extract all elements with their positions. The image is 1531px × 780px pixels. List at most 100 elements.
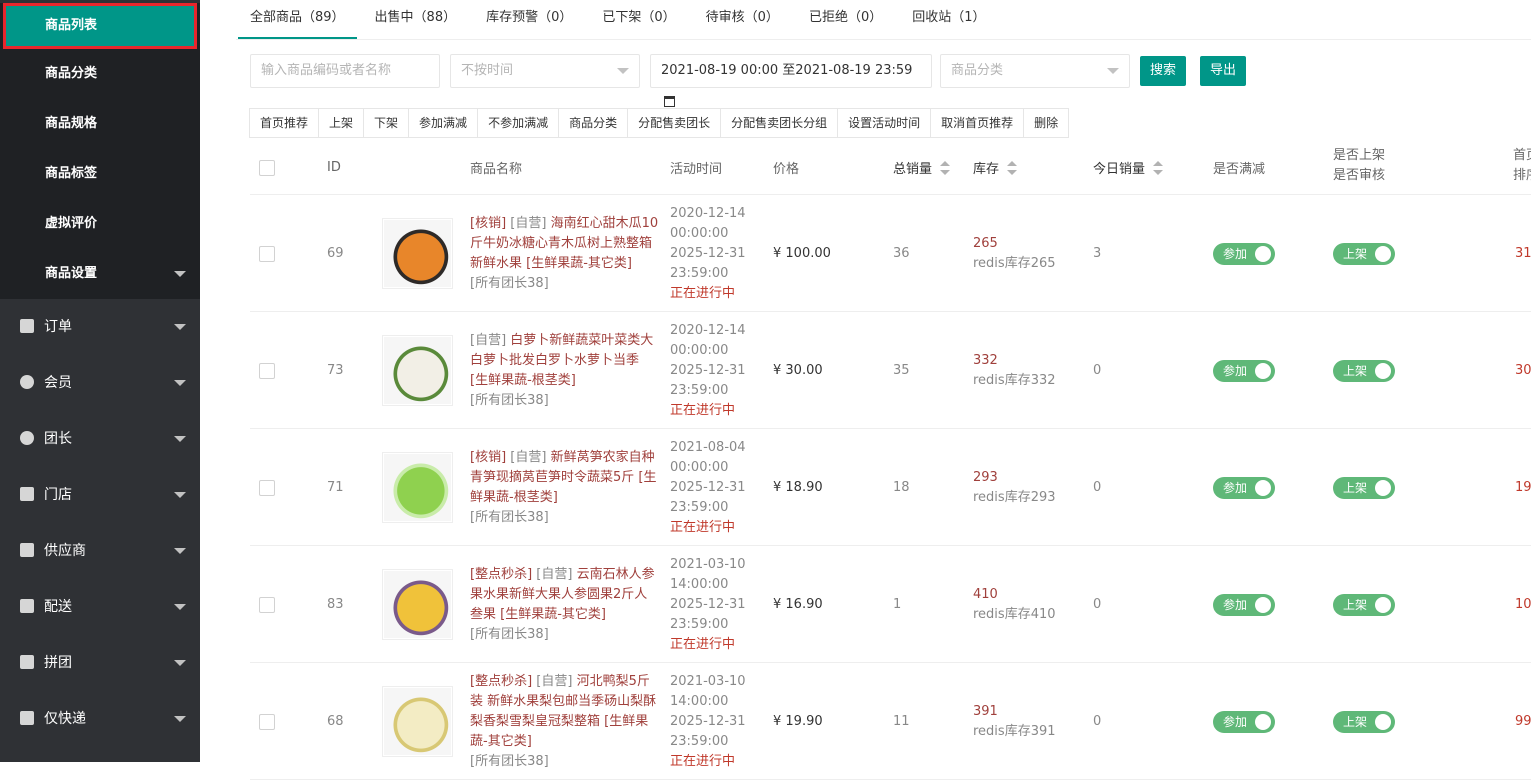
batch-action-button[interactable]: 分配售卖团长分组 [720,108,839,138]
status-tab[interactable]: 库存预警（0） [474,0,584,39]
row-select-cell [259,312,275,429]
stock-value: 391 [973,703,998,719]
sidebar-item[interactable]: 配送 [0,579,200,635]
batch-action-button[interactable]: 取消首页推荐 [930,108,1025,138]
product-name[interactable]: [自营] 白萝卜新鲜蔬菜叶菜类大白萝卜批发白罗卜水萝卜当季 [生鲜果蔬-根茎类]… [470,331,660,411]
batch-action-button[interactable]: 下架 [363,108,410,138]
today-sales: 3 [1093,246,1102,261]
self-operated-tag: [自营] [536,566,577,582]
batch-action-button[interactable]: 分配售卖团长 [627,108,722,138]
product-thumb-cell [382,663,453,780]
chevron-down-icon [174,492,186,498]
sidebar-item[interactable]: 会员 [0,355,200,411]
chevron-down-icon [1107,68,1119,74]
goods-table: ID 商品名称 活动时间 价格 总销量 库存 今日销量 是否满减 是否上架 是否… [250,140,1531,780]
row-checkbox[interactable] [259,713,275,730]
batch-action-button[interactable]: 首页推荐 [249,108,320,138]
home-sort-value: 99 [1515,714,1531,729]
status-tab[interactable]: 待审核（0） [694,0,791,39]
total-sales: 18 [893,480,910,495]
row-checkbox[interactable] [259,479,275,496]
batch-action-button[interactable]: 参加满减 [408,108,479,138]
search-button[interactable]: 搜索 [1140,56,1187,86]
time-select[interactable]: 不按时间 [450,54,640,88]
select-all-checkbox[interactable] [259,159,275,176]
header-today-sales-label: 今日销量 [1093,162,1146,177]
status-tab[interactable]: 已拒绝（0） [797,0,894,39]
header-shelf-audit: 是否上架 是否审核 [1333,140,1385,195]
product-image[interactable] [382,335,453,406]
export-button[interactable]: 导出 [1200,56,1247,86]
sidebar-subitem[interactable]: 商品列表 [3,3,197,49]
row-checkbox[interactable] [259,596,275,613]
product-name[interactable]: [整点秒杀] [自营] 云南石林人参果水果新鲜大果人参圆果2斤人叁果 [生鲜果蔬… [470,565,660,645]
full-reduction-toggle[interactable]: 参加 [1213,710,1275,733]
date-range-input[interactable]: 2021-08-19 00:00 至2021-08-19 23:59 [650,54,932,107]
product-image[interactable] [382,569,453,640]
sidebar-item[interactable]: 拼团 [0,635,200,691]
status-tab[interactable]: 回收站（1） [900,0,997,39]
sidebar-item[interactable]: 订单 [0,299,200,355]
sidebar-item[interactable]: 门店 [0,467,200,523]
on-shelf-toggle[interactable]: 上架 [1333,476,1395,499]
row-id: 73 [327,363,344,378]
product-image[interactable] [382,686,453,757]
self-operated-tag: [自营] [510,449,551,465]
on-shelf-toggle[interactable]: 上架 [1333,359,1395,382]
stock: 293 redis库存293 [973,468,1056,508]
keyword-input[interactable]: 输入商品编码或者名称 [250,54,440,88]
on-shelf-cell: 上架 [1333,546,1395,663]
start-time: 2020-12-14 00:00:00 [670,205,746,241]
on-shelf-toggle[interactable]: 上架 [1333,242,1395,265]
product-name[interactable]: [整点秒杀] [自营] 河北鸭梨5斤装 新鲜水果梨包邮当季砀山梨酥梨香梨雪梨皇冠… [470,672,660,772]
category-select[interactable]: 商品分类 [940,54,1130,88]
row-checkbox[interactable] [259,362,275,379]
table-body: 69 [核销] [自营] 海南红心甜木瓜10斤牛奶冰糖心青木瓜树上熟整箱新鲜水果 … [250,195,1531,780]
header-audit: 是否审核 [1333,168,1386,183]
activity-tag: [整点秒杀] [470,673,537,689]
batch-action-button[interactable]: 设置活动时间 [837,108,932,138]
sidebar-subitem-label: 商品列表 [45,18,98,33]
full-reduction-toggle[interactable]: 参加 [1213,476,1275,499]
sidebar-subitem[interactable]: 商品设置 [0,249,200,299]
sidebar-item[interactable]: 供应商 [0,523,200,579]
product-image[interactable] [382,452,453,523]
on-shelf-toggle[interactable]: 上架 [1333,710,1395,733]
sidebar-subitem[interactable]: 商品规格 [0,99,200,149]
batch-action-button[interactable]: 上架 [318,108,365,138]
sidebar-item[interactable]: 仅快递 [0,691,200,747]
sidebar-subitem[interactable]: 商品标签 [0,149,200,199]
status-tab[interactable]: 已下架（0） [590,0,687,39]
sidebar-subitem[interactable]: 商品分类 [0,49,200,99]
product-name[interactable]: [核销] [自营] 海南红心甜木瓜10斤牛奶冰糖心青木瓜树上熟整箱新鲜水果 [生… [470,214,660,294]
header-total-sales[interactable]: 总销量 [893,140,951,195]
self-operated-tag: [自营] [470,332,511,348]
product-image[interactable] [382,218,453,289]
price: ¥ 16.90 [773,597,823,612]
activity-time-cell: 2020-12-14 00:00:00 2025-12-31 23:59:00 正在… [670,312,750,429]
batch-action-button[interactable]: 商品分类 [558,108,629,138]
status-tab[interactable]: 全部商品（89） [238,0,357,39]
status-tab[interactable]: 出售中（88） [363,0,469,39]
row-select-cell [259,546,275,663]
row-checkbox[interactable] [259,245,275,262]
on-shelf-toggle[interactable]: 上架 [1333,593,1395,616]
product-name[interactable]: [核销] [自营] 新鲜莴笋农家自种青笋现摘莴苣笋时令蔬菜5斤 [生鲜果蔬-根茎… [470,448,660,528]
sidebar-subitem[interactable]: 虚拟评价 [0,199,200,249]
category-select-value: 商品分类 [951,63,1004,78]
header-stock[interactable]: 库存 [973,140,1018,195]
full-reduction-toggle[interactable]: 参加 [1213,242,1275,265]
redis-stock: redis库存332 [973,372,1056,388]
home-sort-value: 300 [1515,363,1531,378]
batch-action-button[interactable]: 不参加满减 [477,108,560,138]
product-image-fill [384,337,451,404]
batch-action-button[interactable]: 删除 [1023,108,1070,138]
sidebar-item[interactable]: 团长 [0,411,200,467]
header-full-reduction: 是否满减 [1213,162,1266,177]
header-today-sales[interactable]: 今日销量 [1093,140,1164,195]
full-reduction-toggle[interactable]: 参加 [1213,593,1275,616]
batch-toolbar: 首页推荐 上架 下架 参加满减 不参加满减 商品分类 分配售卖团长 分配售卖团长分组 设置活动时… [249,108,1070,138]
full-reduction-toggle[interactable]: 参加 [1213,359,1275,382]
sort-icon [1153,160,1164,175]
sidebar-subitem-label: 虚拟评价 [45,216,98,231]
